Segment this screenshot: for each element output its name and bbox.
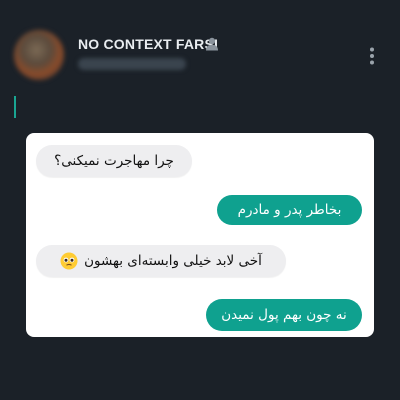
- message-text: چرا مهاجرت نمیکنی؟: [54, 153, 174, 169]
- more-options-icon[interactable]: [364, 46, 380, 66]
- message-text: نه چون بهم پول نمیدن: [221, 307, 347, 323]
- account-name[interactable]: NO CONTEXT FARSI: [78, 36, 218, 52]
- pleading-face-icon: [60, 252, 78, 270]
- account-handle-blurred: [78, 58, 186, 70]
- message-text: آخی لابد خیلی وابسته‌ای بهشون: [84, 253, 262, 269]
- message-bubble-incoming: چرا مهاجرت نمیکنی؟: [36, 145, 192, 177]
- message-bubble-outgoing: نه چون بهم پول نمیدن: [206, 299, 362, 331]
- message-bubble-incoming: آخی لابد خیلی وابسته‌ای بهشون: [36, 245, 286, 277]
- chat-screenshot-card: چرا مهاجرت نمیکنی؟ بخاطر پدر و مادرم آخی…: [26, 133, 374, 337]
- message-text: بخاطر پدر و مادرم: [237, 202, 342, 218]
- text-cursor-line: [14, 96, 16, 118]
- message-bubble-outgoing: بخاطر پدر و مادرم: [217, 195, 362, 225]
- post-header: NO CONTEXT FARSI: [0, 0, 400, 90]
- person-icon: [204, 36, 220, 51]
- page: NO CONTEXT FARSI چرا مهاجرت نمیکنی؟ بخاط…: [0, 0, 400, 400]
- avatar[interactable]: [14, 30, 64, 80]
